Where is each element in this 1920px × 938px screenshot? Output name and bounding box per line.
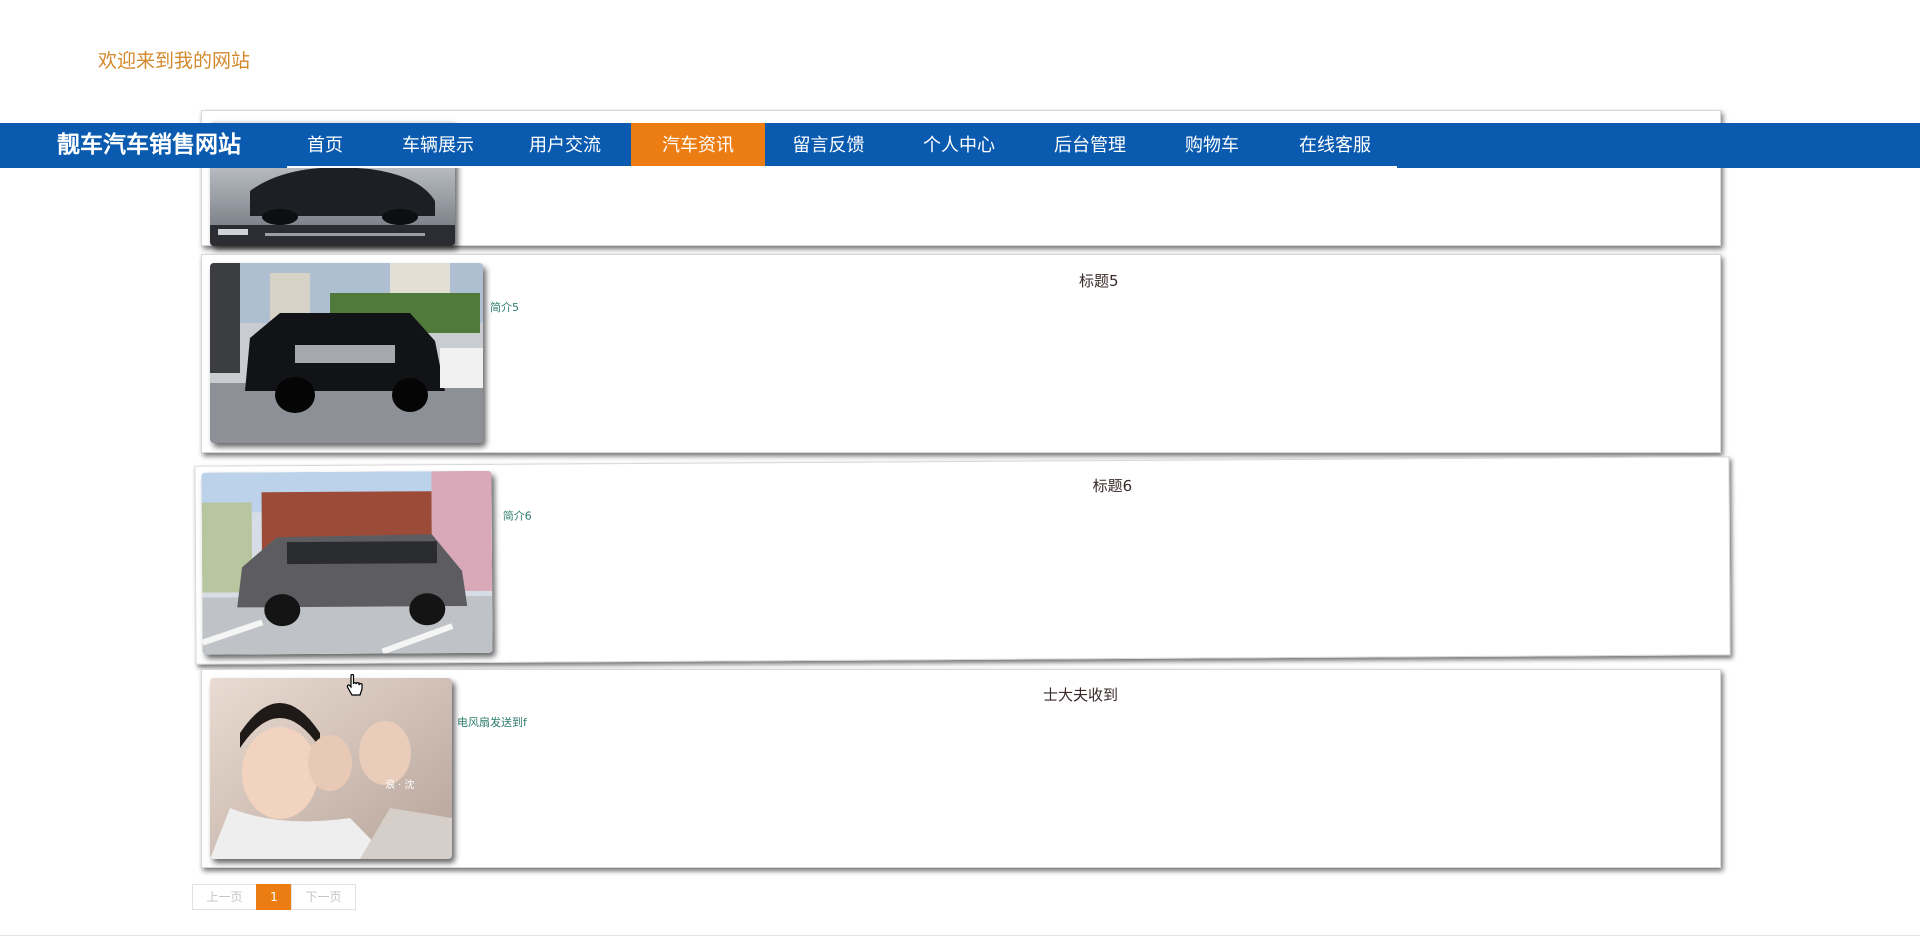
- article-card[interactable]: 标题6 简介6: [194, 456, 1731, 665]
- black-suv-photo: [210, 263, 483, 443]
- gray-minivan-photo: [201, 470, 493, 655]
- svg-text:浪 · 沈: 浪 · 沈: [385, 778, 415, 791]
- pagination: 上一页 1 下一页: [192, 884, 356, 910]
- nav-item-cart[interactable]: 购物车: [1162, 123, 1262, 168]
- page-1-button[interactable]: 1: [256, 884, 292, 910]
- article-title[interactable]: 标题5: [1079, 270, 1119, 291]
- article-thumbnail[interactable]: [201, 470, 493, 655]
- article-thumbnail[interactable]: [210, 263, 483, 443]
- nav-item-admin[interactable]: 后台管理: [1036, 123, 1144, 168]
- article-card[interactable]: 标题5 简介5: [201, 254, 1721, 453]
- article-title[interactable]: 士大夫收到: [1043, 684, 1118, 705]
- article-summary: 简介6: [502, 509, 532, 523]
- nav-item-home[interactable]: 首页: [287, 123, 363, 168]
- nav-item-profile[interactable]: 个人中心: [898, 123, 1020, 168]
- costume-drama-photo: 浪 · 沈: [210, 678, 452, 859]
- nav-item-community[interactable]: 用户交流: [512, 123, 618, 168]
- welcome-text: 欢迎来到我的网站: [98, 50, 251, 72]
- next-page-button[interactable]: 下一页: [291, 884, 356, 910]
- article-title[interactable]: 标题6: [1092, 475, 1132, 496]
- article-summary: 电风扇发送到f: [457, 716, 527, 729]
- main-navbar: 靓车汽车销售网站 首页 车辆展示 用户交流 汽车资讯 留言反馈 个人中心 后台管…: [0, 123, 1920, 168]
- nav-underline: [287, 166, 1397, 168]
- site-brand[interactable]: 靓车汽车销售网站: [57, 123, 241, 168]
- article-thumbnail[interactable]: 浪 · 沈: [210, 678, 452, 859]
- nav-item-feedback[interactable]: 留言反馈: [775, 123, 882, 168]
- prev-page-button[interactable]: 上一页: [192, 884, 257, 910]
- article-summary: 简介5: [490, 301, 519, 314]
- nav-item-support[interactable]: 在线客服: [1282, 123, 1388, 168]
- hand-cursor-icon: [346, 674, 363, 696]
- footer-divider: [0, 935, 1920, 936]
- article-card[interactable]: 浪 · 沈 士大夫收到 电风扇发送到f: [201, 669, 1721, 868]
- nav-item-vehicles[interactable]: 车辆展示: [385, 123, 491, 168]
- nav-item-car-news[interactable]: 汽车资讯: [631, 123, 765, 168]
